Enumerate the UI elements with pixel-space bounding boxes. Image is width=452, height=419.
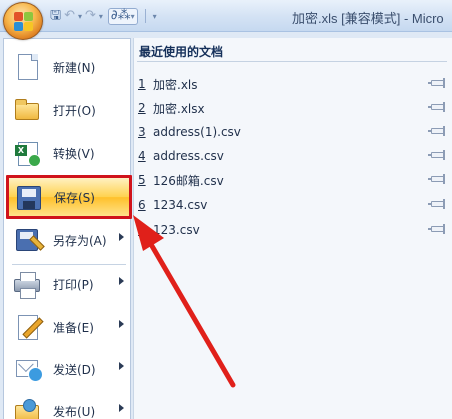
convert-icon: X bbox=[12, 138, 42, 168]
redo-icon[interactable]: ↷ bbox=[85, 8, 96, 24]
recent-document-number: 6 bbox=[138, 198, 146, 212]
recent-documents-title: 最近使用的文档 bbox=[139, 45, 224, 59]
qat-separator bbox=[144, 9, 146, 23]
recent-document-name: address(1).csv bbox=[153, 125, 241, 139]
new-document-icon bbox=[12, 52, 42, 82]
menu-item-label: 打印(P) bbox=[53, 277, 94, 292]
redo-dropdown-icon[interactable]: ▾ bbox=[99, 12, 103, 21]
recent-title-divider bbox=[137, 61, 447, 62]
group-dropdown-icon[interactable]: ▾ bbox=[131, 12, 135, 21]
menu-item-label: 新建(N) bbox=[53, 60, 96, 75]
open-folder-icon bbox=[12, 95, 42, 125]
recent-document-number: 4 bbox=[138, 149, 146, 163]
menu-item-open[interactable]: 打开(O) bbox=[8, 90, 128, 130]
menu-item-publish[interactable]: 发布(U) bbox=[8, 391, 128, 419]
recent-document-number: 5 bbox=[138, 173, 146, 187]
menu-item-label: 打开(O) bbox=[53, 103, 96, 118]
menu-item-label: 另存为(A) bbox=[53, 233, 107, 248]
menu-item-label: 转换(V) bbox=[53, 146, 95, 161]
office-menu: 新建(N) 打开(O) X 转换(V) 保存(S) 另存为(A) 打印(P) 准… bbox=[0, 32, 452, 419]
customize-qat-icon[interactable]: ▾ bbox=[153, 12, 157, 21]
save-icon[interactable]: 🖫 bbox=[50, 8, 61, 24]
submenu-arrow-icon bbox=[119, 233, 124, 241]
undo-icon[interactable]: ↶ bbox=[64, 8, 75, 24]
save-as-icon bbox=[12, 225, 42, 255]
quick-access-toolbar: 🖫 ↶ ▾ ↷ ▾ ∂ ⁂ ▾ ▾ bbox=[50, 7, 157, 25]
publish-icon bbox=[12, 396, 42, 419]
undo-dropdown-icon[interactable]: ▾ bbox=[78, 12, 82, 21]
menu-item-new[interactable]: 新建(N) bbox=[8, 47, 128, 87]
menu-item-label: 准备(E) bbox=[53, 320, 94, 335]
recent-document-name: 126邮箱.csv bbox=[153, 173, 224, 188]
recent-document-name: 123.csv bbox=[153, 223, 200, 237]
recent-document-number: 3 bbox=[138, 125, 146, 139]
menu-item-print[interactable]: 打印(P) bbox=[8, 264, 128, 304]
office-logo-icon bbox=[14, 12, 34, 32]
pin-icon[interactable] bbox=[428, 102, 445, 112]
menu-item-send[interactable]: 发送(D) bbox=[8, 349, 128, 389]
recent-document-item[interactable]: 6 1234.csv bbox=[138, 193, 445, 217]
menu-item-convert[interactable]: X 转换(V) bbox=[8, 133, 128, 173]
menu-item-save-as[interactable]: 另存为(A) bbox=[8, 220, 128, 260]
prepare-icon bbox=[12, 312, 42, 342]
pin-icon[interactable] bbox=[428, 150, 445, 160]
menu-item-prepare[interactable]: 准备(E) bbox=[8, 307, 128, 347]
connector-icon[interactable]: ⁂ bbox=[118, 8, 131, 24]
send-icon bbox=[12, 354, 43, 384]
printer-icon bbox=[12, 269, 42, 299]
recent-document-number: 1 bbox=[138, 77, 146, 91]
window-title: 加密.xls [兼容模式] - Micro bbox=[292, 11, 444, 26]
menu-item-save[interactable]: 保存(S) bbox=[6, 175, 132, 219]
pin-icon[interactable] bbox=[428, 199, 445, 209]
pin-icon[interactable] bbox=[428, 224, 445, 234]
submenu-arrow-icon bbox=[119, 277, 124, 285]
pin-icon[interactable] bbox=[428, 126, 445, 136]
recent-document-name: address.csv bbox=[153, 149, 224, 163]
recent-document-item[interactable]: 5 126邮箱.csv bbox=[138, 168, 445, 192]
recent-document-item[interactable]: 7 123.csv bbox=[138, 218, 445, 242]
recent-document-item[interactable]: 2 加密.xlsx bbox=[138, 96, 445, 120]
pin-icon[interactable] bbox=[428, 174, 445, 184]
recent-document-name: 加密.xls bbox=[153, 77, 198, 92]
recent-document-item[interactable]: 4 address.csv bbox=[138, 144, 445, 168]
recent-document-name: 加密.xlsx bbox=[153, 101, 205, 116]
command-list: 新建(N) 打开(O) X 转换(V) 保存(S) 另存为(A) 打印(P) 准… bbox=[3, 38, 132, 419]
recent-document-item[interactable]: 1 加密.xls bbox=[138, 72, 445, 96]
menu-item-label: 发送(D) bbox=[53, 362, 96, 377]
pin-icon[interactable] bbox=[428, 78, 445, 88]
recent-document-name: 1234.csv bbox=[153, 198, 208, 212]
office-button[interactable] bbox=[3, 2, 43, 40]
submenu-arrow-icon bbox=[119, 404, 124, 412]
submenu-arrow-icon bbox=[119, 320, 124, 328]
title-bar: 🖫 ↶ ▾ ↷ ▾ ∂ ⁂ ▾ ▾ 加密.xls [兼容模式] - Micro bbox=[0, 0, 452, 40]
chart-icon[interactable]: ∂ bbox=[111, 8, 118, 24]
save-disk-icon bbox=[13, 182, 43, 212]
submenu-arrow-icon bbox=[119, 362, 124, 370]
recent-documents-pane: 最近使用的文档 1 加密.xls 2 加密.xlsx 3 address(1).… bbox=[133, 38, 452, 419]
recent-document-item[interactable]: 3 address(1).csv bbox=[138, 120, 445, 144]
recent-document-number: 2 bbox=[138, 101, 146, 115]
menu-item-label: 保存(S) bbox=[54, 190, 95, 205]
qat-group[interactable]: ∂ ⁂ ▾ bbox=[107, 7, 138, 25]
recent-document-number: 7 bbox=[138, 223, 146, 237]
menu-item-label: 发布(U) bbox=[53, 404, 96, 419]
